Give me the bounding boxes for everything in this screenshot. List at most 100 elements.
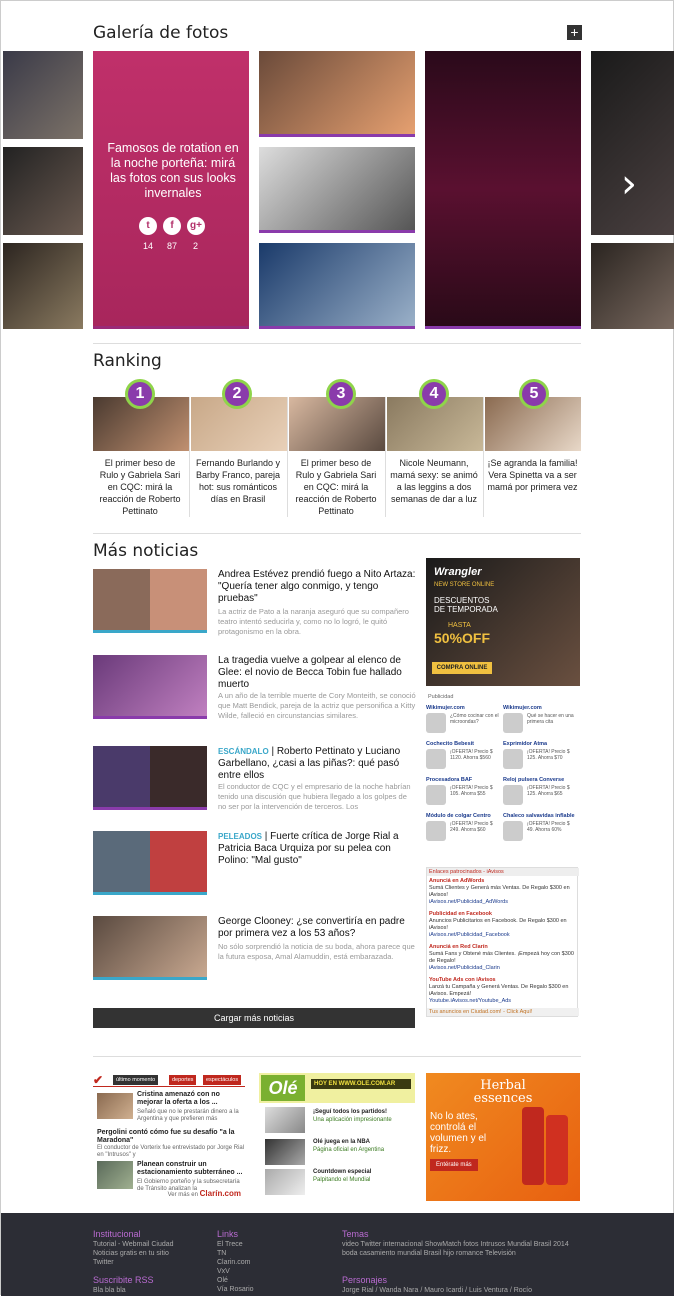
news-headline[interactable]: La tragedia vuelve a golpear al elenco d… <box>218 655 416 691</box>
ad-grid-title[interactable]: Wikimujer.com <box>503 705 578 712</box>
ad-grid-item[interactable]: Procesadora BAF ¡OFERTA! Precio $ 105. Ah… <box>426 777 501 811</box>
plus-icon[interactable]: + <box>567 25 582 40</box>
ole-headline[interactable]: Countdown especial <box>313 1169 415 1175</box>
ranking-text[interactable]: Nicole Neumann, mamá sexy: se animó a la… <box>389 457 479 505</box>
news-headline[interactable]: George Clooney: ¿se convertiría en padre… <box>218 916 416 940</box>
footer-personajes-links[interactable]: Jorge Rial / Wanda Nara / Mauro Icardi /… <box>342 1286 582 1295</box>
herbal-essences-ad[interactable]: Herbal essences No lo ates, controlá el … <box>426 1073 580 1201</box>
ad-grid-title[interactable]: Exprimidor Atma <box>503 741 578 748</box>
sponsored-url[interactable]: Youtube.iAvisos.net/Youtube_Ads <box>429 998 577 1005</box>
ranking-item-3[interactable]: El primer beso de Rulo y Gabriela Sari e… <box>289 397 386 517</box>
gallery-photo-left-1[interactable] <box>3 51 83 139</box>
gallery-photo-left-2[interactable] <box>3 147 83 235</box>
chevron-right-icon[interactable]: › <box>621 161 637 207</box>
gallery-photo-mid-2[interactable] <box>259 147 415 233</box>
sponsored-item[interactable]: Anunciá en Red Clarín Sumá Fans y Obtené … <box>429 944 577 972</box>
sponsored-item[interactable]: Anunciá en AdWords Sumá Clientes y Generá… <box>429 878 577 906</box>
ranking-text[interactable]: ¡Se agranda la familia! Vera Spinetta va… <box>487 457 578 493</box>
footer-link[interactable]: Tutorial - Webmail Ciudad <box>93 1240 203 1249</box>
wrangler-ad[interactable]: Wrangler NEW STORE ONLINE DESCUENTOS DE … <box>426 558 580 686</box>
ole-headline[interactable]: Olé juega en la NBA <box>313 1139 415 1145</box>
sponsored-url[interactable]: iAvisos.net/Publicidad_Clarin <box>429 965 577 972</box>
news-item[interactable]: George Clooney: ¿se convertiría en padre… <box>93 916 415 982</box>
sponsored-footer-link[interactable]: Tus anuncios en Ciudad.com! - Click Aquí… <box>427 1008 579 1016</box>
gallery-photo-tall[interactable] <box>425 51 581 329</box>
ranking-item-4[interactable]: Nicole Neumann, mamá sexy: se animó a la… <box>387 397 484 517</box>
footer-link[interactable]: TN <box>217 1249 327 1258</box>
ad-grid-item[interactable]: Cochecito Bebesit ¡OFERTA! Precio $ 1120.… <box>426 741 501 775</box>
tab-deportes[interactable]: deportes <box>169 1075 197 1085</box>
footer-temas-links[interactable]: video Twitter internacional ShowMatch fo… <box>342 1240 582 1258</box>
ad-grid-item[interactable]: Reloj pulsera Converse ¡OFERTA! Precio $ … <box>503 777 578 811</box>
ad-grid-item[interactable]: Chaleco salvavidas inflable ¡OFERTA! Prec… <box>503 813 578 847</box>
ranking-text[interactable]: El primer beso de Rulo y Gabriela Sari e… <box>95 457 185 517</box>
gallery-feature[interactable]: Famosos de rotation en la noche porteña:… <box>93 51 249 329</box>
news-thumb[interactable] <box>93 916 207 980</box>
sponsored-title[interactable]: Anunciá en Red Clarín <box>429 944 577 951</box>
sponsored-title[interactable]: YouTube Ads con iAvisos <box>429 977 577 984</box>
sponsored-url[interactable]: iAvisos.net/Publicidad_Facebook <box>429 932 577 939</box>
sponsored-item[interactable]: YouTube Ads con iAvisos Lanzá tu Campaña … <box>429 977 577 1005</box>
news-thumb[interactable] <box>93 831 207 895</box>
sponsored-title[interactable]: Publicidad en Facebook <box>429 911 577 918</box>
ad-grid-item[interactable]: Wikimujer.com Qué se hacer en una primera… <box>503 705 578 739</box>
facebook-icon[interactable]: f <box>163 217 181 235</box>
ole-headline[interactable]: ¡Seguí todos los partidos! <box>313 1109 415 1115</box>
news-item[interactable]: Andrea Estévez prendió fuego a Nito Arta… <box>93 569 415 645</box>
sponsored-item[interactable]: Publicidad en Facebook Anuncios Publicita… <box>429 911 577 939</box>
ad-grid-item[interactable]: Exprimidor Atma ¡OFERTA! Precio $ 125. Ah… <box>503 741 578 775</box>
ole-thumb[interactable] <box>265 1107 305 1133</box>
news-thumb[interactable] <box>93 655 207 719</box>
news-thumb[interactable] <box>93 746 207 810</box>
ranking-item-5[interactable]: ¡Se agranda la familia! Vera Spinetta va… <box>485 397 582 517</box>
load-more-button[interactable]: Cargar más noticias <box>93 1008 415 1028</box>
gallery-photo-mid-3[interactable] <box>259 243 415 329</box>
ad-grid-item[interactable]: Wikimujer.com ¿Cómo cocinar con el microo… <box>426 705 501 739</box>
clarin-headline[interactable]: Cristina amenazó con no mejorar la ofert… <box>137 1091 245 1107</box>
wrangler-cta-button[interactable]: COMPRA ONLINE <box>432 662 492 674</box>
ad-grid-title[interactable]: Chaleco salvavidas inflable <box>503 813 578 820</box>
ad-grid-title[interactable]: Procesadora BAF <box>426 777 501 784</box>
gallery-photo-left-3[interactable] <box>3 243 83 329</box>
ad-grid-item[interactable]: Módulo de colgar Centro ¡OFERTA! Precio $… <box>426 813 501 847</box>
ad-grid-title[interactable]: Módulo de colgar Centro <box>426 813 501 820</box>
tab-espectaculos[interactable]: espectáculos <box>203 1075 242 1085</box>
clarin-headline[interactable]: Planean construir un estacionamiento sub… <box>137 1161 245 1177</box>
footer-link[interactable]: Twitter <box>93 1258 203 1267</box>
twitter-icon[interactable]: t <box>139 217 157 235</box>
ranking-text[interactable]: Fernando Burlando y Barby Franco, pareja… <box>193 457 283 505</box>
clarin-headline[interactable]: Pergolini contó cómo fue su desafío "a l… <box>97 1129 245 1145</box>
news-thumb[interactable] <box>93 569 207 633</box>
news-item[interactable]: ESCÁNDALO | Roberto Pettinato y Luciano … <box>93 746 415 822</box>
ranking-item-1[interactable]: El primer beso de Rulo y Gabriela Sari e… <box>93 397 190 517</box>
news-item[interactable]: PELEADOS | Fuerte crítica de Jorge Rial … <box>93 831 415 897</box>
sponsored-title[interactable]: Anunciá en AdWords <box>429 878 577 885</box>
ad-grid-title[interactable]: Cochecito Bebesit <box>426 741 501 748</box>
ad-grid-title[interactable]: Reloj pulsera Converse <box>503 777 578 784</box>
clarin-logo[interactable]: Clarín.com <box>200 1189 241 1198</box>
ole-thumb[interactable] <box>265 1169 305 1195</box>
footer-link[interactable]: Clarin.com <box>217 1258 327 1267</box>
gallery-photo-right-1[interactable] <box>591 51 674 235</box>
ranking-item-2[interactable]: Fernando Burlando y Barby Franco, pareja… <box>191 397 288 517</box>
footer-link[interactable]: Noticias gratis en tu sitio <box>93 1249 203 1258</box>
tab-ultimo-momento[interactable]: último momento <box>113 1075 159 1085</box>
ole-thumb[interactable] <box>265 1139 305 1165</box>
footer-link[interactable]: Vía Rosario <box>217 1285 327 1294</box>
footer-link[interactable]: El Trece <box>217 1240 327 1249</box>
herbal-cta-button[interactable]: Entérate más <box>430 1159 478 1171</box>
ole-logo[interactable]: Olé <box>261 1075 305 1101</box>
ranking-text[interactable]: El primer beso de Rulo y Gabriela Sari e… <box>291 457 381 517</box>
news-tag[interactable]: ESCÁNDALO <box>218 747 269 756</box>
clarin-thumb[interactable] <box>97 1161 133 1189</box>
footer-link[interactable]: VxV <box>217 1267 327 1276</box>
sponsored-url[interactable]: iAvisos.net/Publicidad_AdWords <box>429 899 577 906</box>
news-headline[interactable]: Andrea Estévez prendió fuego a Nito Arta… <box>218 569 416 605</box>
news-tag[interactable]: PELEADOS <box>218 832 262 841</box>
gallery-feature-caption[interactable]: Famosos de rotation en la noche porteña:… <box>103 141 243 201</box>
googleplus-icon[interactable]: g+ <box>187 217 205 235</box>
gallery-photo-right-2[interactable] <box>591 243 674 329</box>
gallery-photo-mid-1[interactable] <box>259 51 415 137</box>
footer-link[interactable]: Bla bla bla <box>93 1286 203 1295</box>
ad-grid-title[interactable]: Wikimujer.com <box>426 705 501 712</box>
